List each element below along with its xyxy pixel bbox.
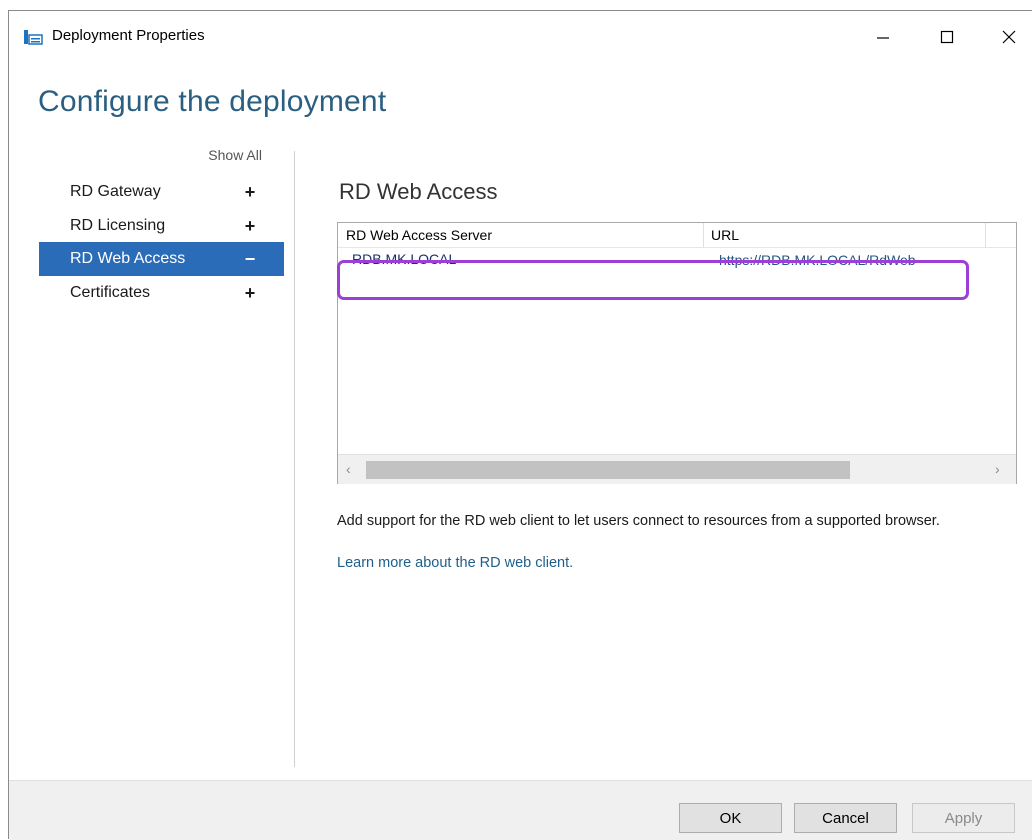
expand-icon: + xyxy=(244,282,256,303)
dialog-footer: OK Cancel Apply xyxy=(9,780,1032,840)
minimize-button[interactable] xyxy=(863,19,903,55)
table-row[interactable]: RDB.MK.LOCAL https://RDB.MK.LOCAL/RdWeb xyxy=(338,247,985,273)
column-header-server[interactable]: RD Web Access Server xyxy=(346,227,492,243)
learn-more-link[interactable]: Learn more about the RD web client. xyxy=(337,555,573,571)
scroll-right-icon[interactable]: › xyxy=(995,461,1000,477)
nav-item-rd-gateway[interactable]: RD Gateway + xyxy=(39,175,284,209)
expand-icon: + xyxy=(244,215,256,236)
server-manager-icon xyxy=(23,29,43,45)
nav-item-certificates[interactable]: Certificates + xyxy=(39,276,284,310)
url-cell: https://RDB.MK.LOCAL/RdWeb xyxy=(719,252,916,268)
nav-item-label: RD Web Access xyxy=(70,250,186,267)
web-client-description: Add support for the RD web client to let… xyxy=(337,513,940,529)
nav-item-label: RD Licensing xyxy=(70,217,166,234)
maximize-icon xyxy=(940,30,954,44)
show-all-link[interactable]: Show All xyxy=(208,147,262,163)
column-header-url[interactable]: URL xyxy=(711,227,739,243)
close-button[interactable] xyxy=(989,19,1029,55)
nav-item-label: Certificates xyxy=(70,284,151,301)
deployment-properties-window: Deployment Properties Configure the depl… xyxy=(8,10,1032,840)
close-icon xyxy=(1002,30,1016,44)
settings-nav: Show All RD Gateway + RD Licensing + RD … xyxy=(39,141,284,771)
page-title: Configure the deployment xyxy=(38,85,387,118)
minimize-icon xyxy=(876,30,890,44)
web-access-server-table[interactable]: RD Web Access Server URL RDB.MK.LOCAL ht… xyxy=(337,222,1017,484)
window-title: Deployment Properties xyxy=(52,27,205,44)
nav-divider xyxy=(294,151,295,767)
collapse-icon: − xyxy=(244,248,256,269)
scrollbar-thumb[interactable] xyxy=(366,461,850,479)
expand-icon: + xyxy=(244,181,256,202)
column-separator[interactable] xyxy=(985,223,986,247)
server-cell: RDB.MK.LOCAL xyxy=(352,251,457,267)
column-separator[interactable] xyxy=(703,223,704,247)
maximize-button[interactable] xyxy=(927,19,967,55)
nav-item-rd-web-access[interactable]: RD Web Access − xyxy=(39,242,284,276)
cancel-button[interactable]: Cancel xyxy=(794,803,897,833)
table-header: RD Web Access Server URL xyxy=(338,223,1016,248)
horizontal-scrollbar[interactable]: ‹ › xyxy=(338,454,1016,484)
ok-button[interactable]: OK xyxy=(679,803,782,833)
title-bar: Deployment Properties xyxy=(9,11,1032,59)
nav-item-label: RD Gateway xyxy=(70,183,161,200)
nav-item-rd-licensing[interactable]: RD Licensing + xyxy=(39,209,284,243)
apply-button[interactable]: Apply xyxy=(912,803,1015,833)
section-title: RD Web Access xyxy=(339,179,498,204)
scroll-left-icon[interactable]: ‹ xyxy=(346,461,351,477)
